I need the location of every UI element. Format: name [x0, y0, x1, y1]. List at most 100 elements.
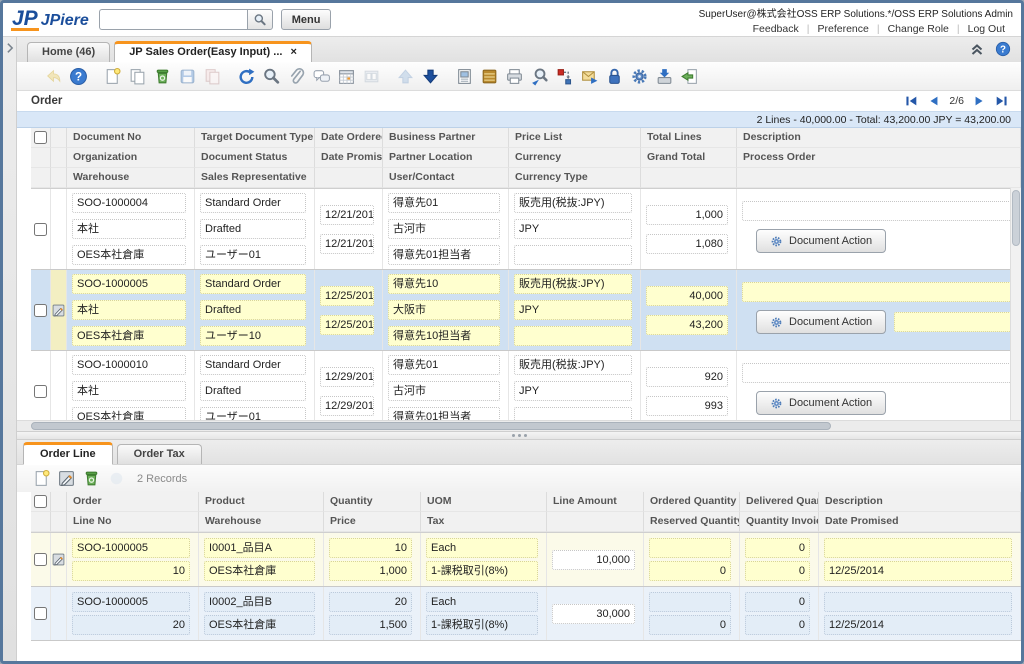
product-field[interactable]: I0001_品目A [204, 538, 315, 558]
process-icon[interactable] [630, 67, 649, 86]
log-out-link[interactable]: Log Out [960, 23, 1013, 35]
col-header[interactable]: Quantity Invoiced [740, 512, 819, 532]
last-record-icon[interactable] [994, 94, 1009, 108]
tab-order-line[interactable]: Order Line [23, 442, 113, 465]
ordered-qty-field[interactable] [649, 538, 731, 558]
description-field[interactable] [742, 282, 1012, 302]
sales-rep-field[interactable]: ユーザー01 [200, 245, 306, 265]
new-record-icon[interactable] [103, 67, 122, 86]
col-header[interactable]: Warehouse [199, 512, 324, 532]
doc-status-field[interactable]: Drafted [200, 300, 306, 320]
edit-record-icon[interactable] [57, 469, 76, 488]
col-header[interactable]: Reserved Quantity [644, 512, 740, 532]
send-mail-icon[interactable] [580, 67, 599, 86]
qty-invoiced-field[interactable]: 0 [745, 615, 810, 635]
order-line-row[interactable]: SOO-1000005 20 I0002_品目B OES本社倉庫 20 1,50… [31, 587, 1021, 641]
chat-icon[interactable] [312, 67, 331, 86]
col-header[interactable]: Delivered Quantity [740, 492, 819, 512]
doc-type-field[interactable]: Standard Order [200, 193, 306, 213]
sales-rep-field[interactable]: ユーザー01 [200, 407, 306, 420]
total-lines-field[interactable]: 40,000 [646, 286, 728, 306]
line-amount-field[interactable]: 30,000 [552, 604, 635, 624]
total-lines-field[interactable]: 1,000 [646, 205, 728, 225]
warehouse-field[interactable]: OES本社倉庫 [204, 561, 315, 581]
product-field[interactable]: I0002_品目B [204, 592, 315, 612]
detail-record-icon[interactable] [421, 67, 440, 86]
help-icon[interactable]: ? [69, 67, 88, 86]
date-promised-field[interactable]: 12/29/2014 [320, 396, 374, 416]
col-header[interactable] [737, 168, 1021, 188]
col-header[interactable]: Description [819, 492, 1021, 512]
col-header[interactable]: Organization [67, 148, 195, 168]
new-record-icon[interactable] [32, 469, 51, 488]
next-record-icon[interactable] [972, 94, 987, 108]
total-lines-field[interactable]: 920 [646, 367, 728, 387]
document-no-field[interactable]: SOO-1000004 [72, 193, 186, 213]
copy-record-icon[interactable] [128, 67, 147, 86]
row-select-checkbox[interactable] [34, 385, 47, 398]
organization-field[interactable]: 本社 [72, 300, 186, 320]
partner-location-field[interactable]: 古河市 [388, 381, 500, 401]
help-icon[interactable]: ? [995, 41, 1011, 57]
description-field[interactable] [824, 592, 1012, 612]
date-promised-field[interactable]: 12/25/2014 [824, 561, 1012, 581]
price-field[interactable]: 1,000 [329, 561, 412, 581]
quantity-field[interactable]: 10 [329, 538, 412, 558]
feedback-link[interactable]: Feedback [745, 23, 807, 35]
warehouse-field[interactable]: OES本社倉庫 [72, 326, 186, 346]
print-icon[interactable] [505, 67, 524, 86]
col-header[interactable]: Business Partner [383, 128, 509, 148]
col-header[interactable]: Partner Location [383, 148, 509, 168]
document-action-button[interactable]: Document Action [756, 391, 886, 415]
description-field[interactable] [742, 201, 1012, 221]
delete-record-icon[interactable] [82, 469, 101, 488]
select-all-checkbox[interactable] [34, 131, 47, 144]
preference-link[interactable]: Preference [809, 23, 876, 35]
col-header[interactable]: Currency [509, 148, 641, 168]
partner-location-field[interactable]: 大阪市 [388, 300, 500, 320]
tax-field[interactable]: 1-課税取引(8%) [426, 561, 538, 581]
refresh-icon[interactable] [237, 67, 256, 86]
panel-splitter[interactable] [17, 432, 1021, 440]
horizontal-scrollbar-thumb[interactable] [31, 422, 831, 430]
order-row-selected[interactable]: SOO-1000005 本社 OES本社倉庫 Standard Order Dr… [31, 270, 1021, 351]
ordered-qty-field[interactable] [649, 592, 731, 612]
order-row[interactable]: SOO-1000004 本社 OES本社倉庫 Standard Order Dr… [31, 189, 1021, 270]
tab-home[interactable]: Home (46) [27, 42, 110, 62]
close-tab-icon[interactable]: × [290, 46, 296, 58]
grand-total-field[interactable]: 43,200 [646, 315, 728, 335]
business-partner-field[interactable]: 得意先01 [388, 193, 500, 213]
tax-field[interactable]: 1-課税取引(8%) [426, 615, 538, 635]
col-header[interactable]: Document Status [195, 148, 315, 168]
jpiere-logo[interactable]: JP JPiere [11, 9, 89, 31]
tab-order-tax[interactable]: Order Tax [117, 444, 202, 464]
delete-record-icon[interactable] [153, 67, 172, 86]
doc-type-field[interactable]: Standard Order [200, 355, 306, 375]
col-header[interactable]: Currency Type [509, 168, 641, 188]
edit-record-icon[interactable] [51, 552, 66, 567]
document-action-button[interactable]: Document Action [756, 310, 886, 334]
edit-record-icon[interactable] [51, 303, 66, 318]
col-header[interactable]: Order [67, 492, 199, 512]
business-partner-field[interactable]: 得意先01 [388, 355, 500, 375]
business-partner-field[interactable]: 得意先10 [388, 274, 500, 294]
search-button[interactable] [247, 9, 273, 30]
doc-status-field[interactable]: Drafted [200, 381, 306, 401]
col-header[interactable]: Price [324, 512, 421, 532]
col-header[interactable]: Description [737, 128, 1021, 148]
col-header[interactable]: UOM [421, 492, 547, 512]
row-select-checkbox[interactable] [34, 553, 47, 566]
description-field[interactable] [824, 538, 1012, 558]
order-line-row-selected[interactable]: SOO-1000005 10 I0001_品目A OES本社倉庫 10 1,00… [31, 533, 1021, 587]
date-ordered-field[interactable]: 12/25/2014 [320, 286, 374, 306]
quantity-field[interactable]: 20 [329, 592, 412, 612]
col-header[interactable] [547, 512, 644, 532]
line-no-field[interactable]: 20 [72, 615, 190, 635]
delivered-qty-field[interactable]: 0 [745, 538, 810, 558]
currency-type-field[interactable] [514, 245, 632, 265]
doc-status-field[interactable]: Drafted [200, 219, 306, 239]
user-contact-field[interactable]: 得意先01担当者 [388, 245, 500, 265]
workflow-icon[interactable] [555, 67, 574, 86]
previous-record-icon[interactable] [926, 94, 941, 108]
line-no-field[interactable]: 10 [72, 561, 190, 581]
